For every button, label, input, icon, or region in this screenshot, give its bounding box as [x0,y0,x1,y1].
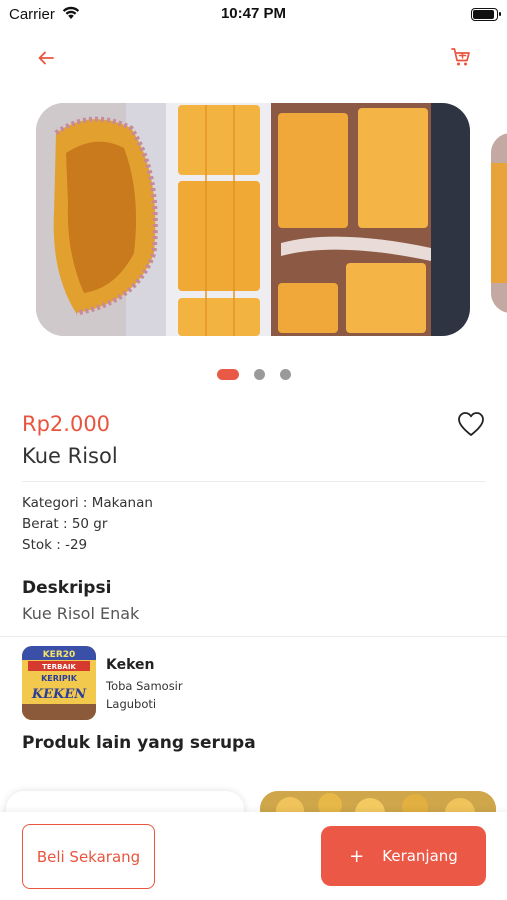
logo-text-1: KER20 [43,650,76,660]
heart-outline-icon[interactable] [457,411,485,437]
seller-avatar[interactable]: KER20 TERBAIK KERIPIK KEKEN [22,646,96,720]
shopping-cart-icon[interactable] [449,45,473,69]
clock-time: 10:47 PM [220,5,287,22]
seller-logo: KER20 TERBAIK KERIPIK KEKEN [22,646,96,720]
next-product-photo [491,133,507,313]
seller-address-line: Laguboti [106,697,157,711]
carousel-dot-active[interactable] [217,369,239,380]
description-text: Kue Risol Enak [22,604,140,623]
next-product-image[interactable] [491,133,507,313]
seller-address: Toba Samosir Laguboti [106,677,183,713]
product-name: Kue Risol [22,444,118,468]
product-category: Kategori : Makanan [22,495,153,511]
divider [0,636,507,637]
product-specs: Kategori : Makanan Berat : 50 gr Stok : … [22,493,153,556]
product-stock: Stok : -29 [22,537,88,553]
seller-address-line: Toba Samosir [106,679,183,693]
product-image-carousel[interactable] [0,103,507,339]
product-weight: Berat : 50 gr [22,516,108,532]
similar-products-heading: Produk lain yang serupa [22,733,256,753]
plus-icon: + [349,845,365,867]
add-to-cart-label: Keranjang [382,847,458,865]
logo-text-3: KERIPIK [41,674,78,683]
carousel-indicator [0,369,507,381]
logo-text-2: TERBAIK [42,663,76,671]
product-image[interactable] [36,103,470,336]
status-bar: Carrier 10:47 PM [0,0,507,30]
battery-icon [471,8,501,21]
seller-name[interactable]: Keken [106,657,155,673]
product-price: Rp2.000 [22,412,111,436]
divider [22,481,486,482]
description-heading: Deskripsi [22,578,112,598]
buy-now-button[interactable]: Beli Sekarang [22,824,155,889]
add-to-cart-button[interactable]: + Keranjang [321,826,486,886]
logo-text-4: KEKEN [31,687,87,702]
back-arrow-icon[interactable] [34,46,58,70]
carousel-dot[interactable] [280,369,291,380]
bottom-action-bar: Beli Sekarang + Keranjang [0,812,507,900]
carousel-dot[interactable] [254,369,265,380]
product-photo [36,103,470,336]
top-app-bar [0,40,507,74]
